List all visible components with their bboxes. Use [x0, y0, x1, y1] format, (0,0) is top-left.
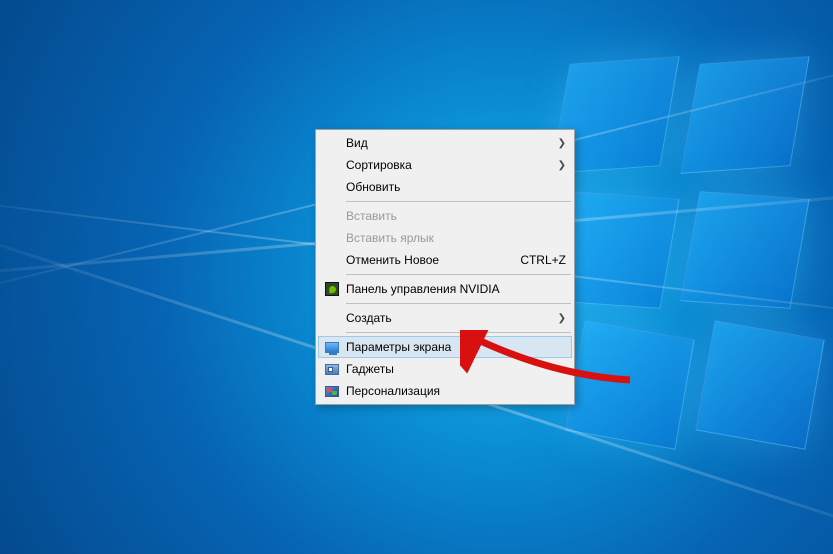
menu-item-paste: Вставить	[318, 205, 572, 227]
blank-icon	[322, 135, 342, 151]
desktop-context-menu: Вид ❯ Сортировка ❯ Обновить Вставить Вст…	[315, 129, 575, 405]
menu-label: Гаджеты	[346, 362, 566, 376]
menu-separator	[346, 201, 571, 202]
menu-item-display-settings[interactable]: Параметры экрана	[318, 336, 572, 358]
blank-icon	[322, 230, 342, 246]
menu-label: Вид	[346, 136, 556, 150]
wallpaper-pane	[565, 320, 694, 449]
wallpaper-pane	[695, 320, 824, 449]
submenu-arrow-icon: ❯	[556, 138, 566, 149]
submenu-arrow-icon: ❯	[556, 313, 566, 324]
menu-item-refresh[interactable]: Обновить	[318, 176, 572, 198]
menu-item-nvidia[interactable]: Панель управления NVIDIA	[318, 278, 572, 300]
menu-label: Обновить	[346, 180, 566, 194]
blank-icon	[322, 208, 342, 224]
menu-item-new[interactable]: Создать ❯	[318, 307, 572, 329]
menu-item-personalize[interactable]: Персонализация	[318, 380, 572, 402]
menu-item-undo[interactable]: Отменить Новое CTRL+Z	[318, 249, 572, 271]
display-icon	[322, 339, 342, 355]
menu-label: Вставить ярлык	[346, 231, 566, 245]
menu-label: Персонализация	[346, 384, 566, 398]
menu-item-paste-shortcut: Вставить ярлык	[318, 227, 572, 249]
menu-item-gadgets[interactable]: Гаджеты	[318, 358, 572, 380]
menu-separator	[346, 274, 571, 275]
menu-label: Вставить	[346, 209, 566, 223]
menu-label: Сортировка	[346, 158, 556, 172]
menu-shortcut: CTRL+Z	[520, 253, 566, 267]
blank-icon	[322, 179, 342, 195]
wallpaper-pane	[680, 56, 809, 174]
menu-label: Создать	[346, 311, 556, 325]
personalize-icon	[322, 383, 342, 399]
menu-item-view[interactable]: Вид ❯	[318, 132, 572, 154]
menu-label: Панель управления NVIDIA	[346, 282, 566, 296]
menu-separator	[346, 332, 571, 333]
blank-icon	[322, 310, 342, 326]
menu-separator	[346, 303, 571, 304]
blank-icon	[322, 252, 342, 268]
blank-icon	[322, 157, 342, 173]
gadget-icon	[322, 361, 342, 377]
desktop-wallpaper[interactable]: Вид ❯ Сортировка ❯ Обновить Вставить Вст…	[0, 0, 833, 554]
menu-label: Отменить Новое	[346, 253, 504, 267]
menu-label: Параметры экрана	[346, 340, 566, 354]
submenu-arrow-icon: ❯	[556, 160, 566, 171]
nvidia-icon	[322, 281, 342, 297]
menu-item-sort[interactable]: Сортировка ❯	[318, 154, 572, 176]
